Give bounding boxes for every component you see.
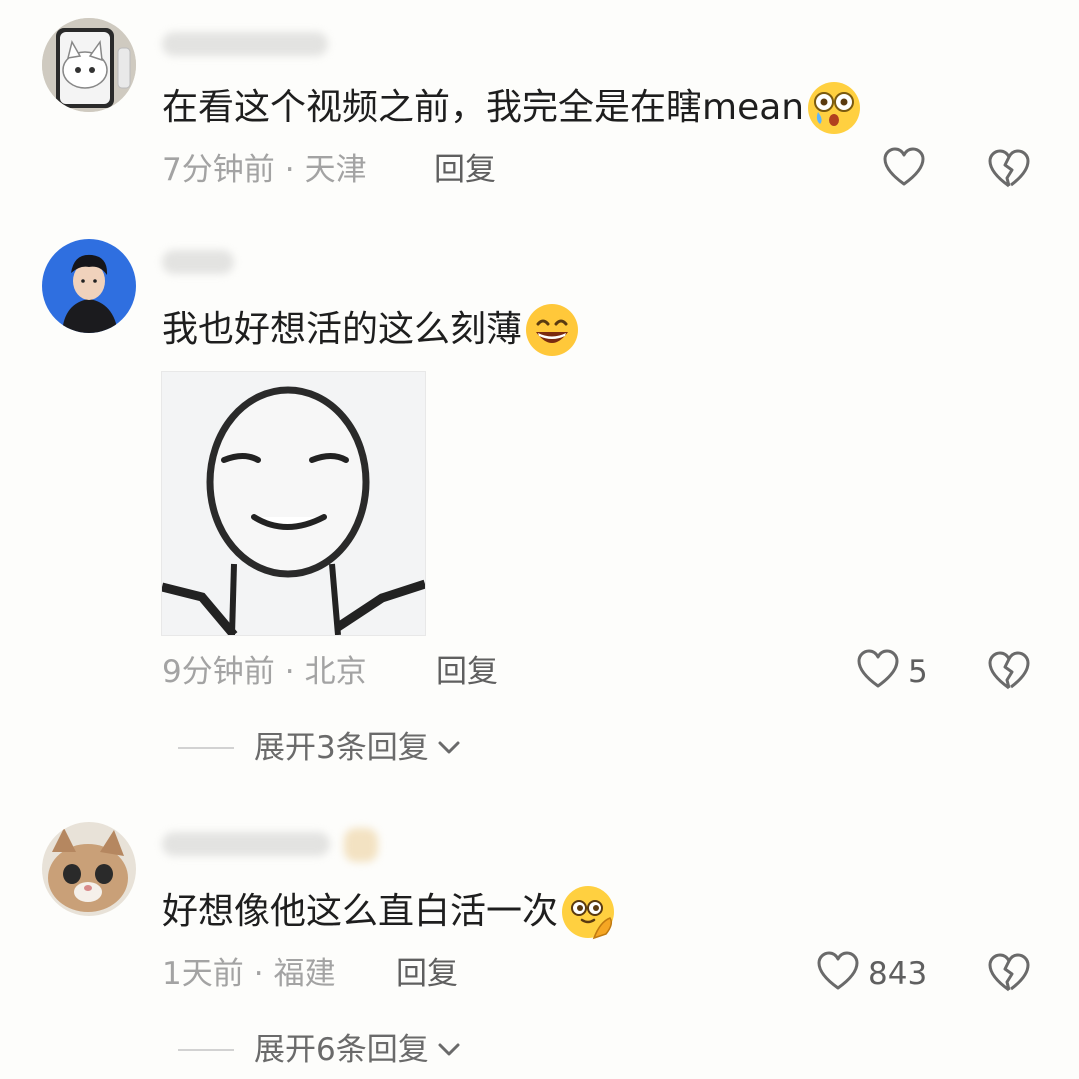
heart-icon (882, 146, 926, 194)
broken-heart-icon (987, 149, 1031, 196)
divider-line (178, 747, 234, 749)
username-blurred[interactable] (162, 832, 330, 856)
reply-button[interactable]: 回复 (396, 954, 458, 994)
comment-text: 好想像他这么直白活一次 (162, 884, 616, 940)
like-button[interactable]: 843 (816, 950, 928, 998)
user-badge-blurred (344, 828, 378, 862)
heart-icon (816, 950, 860, 998)
heart-icon (856, 648, 900, 696)
separator-dot: · (253, 956, 264, 992)
like-button[interactable]: 5 (856, 648, 928, 696)
comment-meta: 7分钟前 · 天津 (162, 150, 367, 190)
comment-time: 7分钟前 (162, 152, 275, 188)
grinning-emoji-icon (524, 302, 580, 358)
username-blurred[interactable] (162, 32, 328, 56)
avatar[interactable] (42, 239, 136, 333)
avatar[interactable] (42, 822, 136, 916)
comment-location: 福建 (273, 956, 336, 992)
comment-text: 在看这个视频之前，我完全是在瞎mean (162, 80, 862, 136)
chevron-down-icon (435, 1036, 463, 1064)
comment-meta: 9分钟前 · 北京 (162, 652, 367, 692)
chevron-down-icon (435, 734, 463, 762)
separator-dot: · (284, 152, 295, 188)
reply-button[interactable]: 回复 (436, 652, 498, 692)
shocked-crying-emoji-icon (806, 80, 862, 136)
separator-dot: · (284, 654, 295, 690)
dislike-button[interactable] (987, 148, 1031, 192)
username-blurred[interactable] (162, 250, 234, 274)
like-button[interactable] (882, 146, 926, 194)
avatar[interactable] (42, 18, 136, 112)
dislike-button[interactable] (987, 952, 1031, 996)
broken-heart-icon (987, 953, 1031, 1000)
expand-replies-button[interactable]: 展开6条回复 (178, 1030, 463, 1070)
thinking-hand-on-chin-emoji-icon (560, 884, 616, 940)
comment-time: 1天前 (162, 956, 244, 992)
like-count: 843 (868, 956, 928, 992)
reply-button[interactable]: 回复 (434, 150, 496, 190)
comment-time: 9分钟前 (162, 654, 275, 690)
expand-replies-label: 展开6条回复 (254, 1032, 429, 1068)
like-count: 5 (908, 654, 928, 690)
broken-heart-icon (987, 651, 1031, 698)
comment-meta: 1天前 · 福建 (162, 954, 336, 994)
meme-image[interactable] (161, 371, 426, 636)
comment-location: 天津 (304, 152, 367, 188)
expand-replies-label: 展开3条回复 (254, 730, 429, 766)
comment-text: 我也好想活的这么刻薄 (162, 302, 580, 358)
dislike-button[interactable] (987, 650, 1031, 694)
expand-replies-button[interactable]: 展开3条回复 (178, 728, 463, 768)
divider-line (178, 1049, 234, 1051)
comment-location: 北京 (304, 654, 367, 690)
